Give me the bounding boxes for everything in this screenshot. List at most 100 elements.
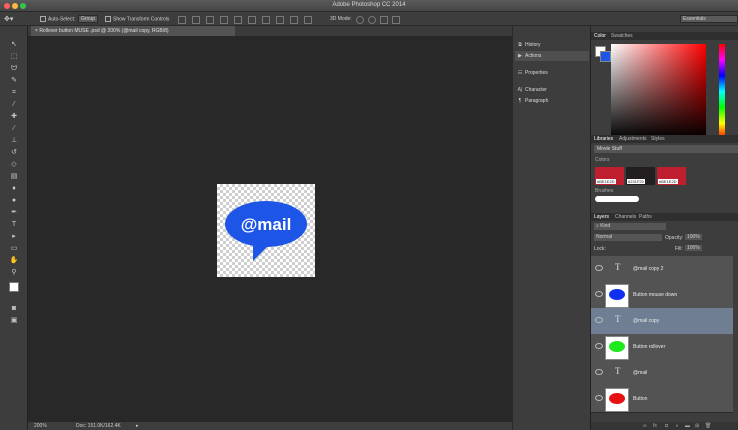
layer-filter-dropdown[interactable]: ⌕ Kind	[594, 223, 666, 230]
character-icon: A|	[517, 87, 523, 93]
visibility-eye-icon[interactable]	[595, 343, 603, 349]
tab-color[interactable]: Color	[594, 33, 606, 39]
align-bottom-icon[interactable]	[206, 16, 214, 24]
libraries-panel-tabs: Libraries Adjustments Styles	[591, 135, 738, 143]
document-canvas[interactable]: @mail	[217, 184, 315, 277]
panel-character[interactable]: A| Character	[515, 85, 589, 95]
hue-slider[interactable]	[719, 44, 725, 139]
link-layers-icon[interactable]: ∞	[643, 423, 647, 429]
show-transform-checkbox[interactable]: Show Transform Controls	[105, 16, 169, 22]
new-layer-icon[interactable]: ⊞	[695, 423, 699, 429]
layer-row[interactable]: Button	[591, 386, 733, 413]
opacity-field[interactable]: 100%	[685, 234, 702, 240]
quick-mask-icon[interactable]: ◙	[8, 304, 20, 314]
eyedropper-tool-icon[interactable]: ⁄	[8, 100, 20, 110]
tab-adjustments[interactable]: Adjustments	[619, 136, 647, 142]
distribute-bottom-icon[interactable]	[290, 16, 298, 24]
screen-mode-icon[interactable]: ▣	[8, 316, 20, 326]
library-swatch[interactable]: #BE1E2D	[595, 167, 624, 185]
eraser-tool-icon[interactable]: ◇	[8, 160, 20, 170]
document-tab[interactable]: × Rollover button MUSE .psd @ 200% (@mai…	[31, 26, 235, 36]
fill-label: Fill:	[675, 246, 683, 252]
status-menu-arrow-icon[interactable]: ▸	[136, 423, 139, 429]
visibility-eye-icon[interactable]	[595, 395, 603, 401]
fill-field[interactable]: 100%	[685, 245, 702, 251]
close-tab-icon[interactable]: ×	[35, 28, 38, 34]
align-top-icon[interactable]	[178, 16, 186, 24]
3d-roll-icon[interactable]	[368, 16, 376, 24]
tab-libraries[interactable]: Libraries	[594, 136, 613, 142]
brush-tool-icon[interactable]: ∕	[8, 124, 20, 134]
foreground-color-swatch[interactable]	[9, 282, 19, 292]
new-group-icon[interactable]: ▬	[685, 423, 690, 429]
move-tool-icon[interactable]: ↖	[8, 40, 20, 50]
history-brush-tool-icon[interactable]: ↺	[8, 148, 20, 158]
options-bar: ✥▾ Auto-Select: Group Show Transform Con…	[0, 12, 738, 26]
distribute-vcenter-icon[interactable]	[276, 16, 284, 24]
workspace-dropdown[interactable]: Essentials	[680, 15, 738, 23]
brush-preview[interactable]	[595, 196, 639, 202]
3d-slide-icon[interactable]	[392, 16, 400, 24]
layer-style-icon[interactable]: fx	[653, 423, 657, 429]
library-swatch[interactable]: #BE1E2D	[657, 167, 686, 185]
visibility-eye-icon[interactable]	[595, 317, 603, 323]
path-selection-tool-icon[interactable]: ▸	[8, 232, 20, 242]
layer-row[interactable]: T @mail copy	[591, 308, 733, 335]
delete-layer-icon[interactable]: 🗑	[705, 423, 711, 429]
distribute-top-icon[interactable]	[262, 16, 270, 24]
dodge-tool-icon[interactable]: ●	[8, 196, 20, 206]
clone-stamp-tool-icon[interactable]: ⊥	[8, 136, 20, 146]
align-hcenter-icon[interactable]	[234, 16, 242, 24]
layer-row[interactable]: Button mouse down	[591, 282, 733, 309]
marquee-tool-icon[interactable]: ⬚	[8, 52, 20, 62]
speech-bubble-artwork: @mail	[225, 201, 307, 261]
type-tool-icon[interactable]: T	[8, 220, 20, 230]
quick-select-tool-icon[interactable]: ✎	[8, 76, 20, 86]
crop-tool-icon[interactable]: ⌗	[8, 88, 20, 98]
lasso-tool-icon[interactable]: ᗢ	[8, 64, 20, 74]
visibility-eye-icon[interactable]	[595, 369, 603, 375]
color-picker-field[interactable]	[611, 44, 706, 139]
doc-size-info[interactable]: Doc: 151.0K/162.4K	[76, 423, 121, 429]
layer-row[interactable]: T @mail	[591, 360, 733, 387]
move-tool-preset-icon[interactable]: ✥▾	[4, 15, 13, 23]
library-dropdown[interactable]: Movie Stuff	[594, 145, 738, 153]
align-vcenter-icon[interactable]	[192, 16, 200, 24]
panel-history[interactable]: ⧉ History	[515, 40, 589, 50]
layer-mask-icon[interactable]: ◘	[665, 423, 668, 429]
blend-mode-dropdown[interactable]: Normal	[594, 234, 662, 241]
hand-tool-icon[interactable]: ✋	[8, 256, 20, 266]
3d-pan-icon[interactable]	[380, 16, 388, 24]
panel-properties[interactable]: ☷ Properties	[515, 68, 589, 78]
layer-row[interactable]: Button rollover	[591, 334, 733, 361]
adjustment-layer-icon[interactable]: ◑	[675, 423, 678, 429]
shape-tool-icon[interactable]: ▭	[8, 244, 20, 254]
actions-icon: ▶	[518, 53, 522, 59]
pen-tool-icon[interactable]: ✒	[8, 208, 20, 218]
library-swatch[interactable]: #231F20	[626, 167, 655, 185]
healing-brush-tool-icon[interactable]: ✚	[8, 112, 20, 122]
tab-paths[interactable]: Paths	[639, 214, 652, 220]
tab-layers[interactable]: Layers	[594, 214, 609, 220]
align-right-icon[interactable]	[248, 16, 256, 24]
visibility-eye-icon[interactable]	[595, 291, 603, 297]
title-bar: Adobe Photoshop CC 2014	[0, 0, 738, 12]
tab-styles[interactable]: Styles	[651, 136, 665, 142]
visibility-eye-icon[interactable]	[595, 265, 603, 271]
zoom-level[interactable]: 200%	[34, 423, 47, 429]
3d-rotate-icon[interactable]	[356, 16, 364, 24]
tab-channels[interactable]: Channels	[615, 214, 636, 220]
distribute-right-icon[interactable]	[304, 16, 312, 24]
auto-select-checkbox[interactable]: Auto-Select:	[40, 16, 75, 22]
panel-paragraph[interactable]: ¶ Paragraph	[515, 96, 589, 106]
panel-actions[interactable]: ▶ Actions	[515, 51, 589, 61]
layer-row[interactable]: T @mail copy 2	[591, 256, 733, 283]
gradient-tool-icon[interactable]: ▤	[8, 172, 20, 182]
align-left-icon[interactable]	[220, 16, 228, 24]
tab-swatches[interactable]: Swatches	[611, 33, 633, 39]
checkbox-icon	[40, 16, 46, 22]
blur-tool-icon[interactable]: ♦	[8, 184, 20, 194]
auto-select-dropdown[interactable]: Group	[78, 15, 98, 23]
zoom-tool-icon[interactable]: ⚲	[8, 268, 20, 278]
color-background-swatch[interactable]	[600, 51, 611, 62]
